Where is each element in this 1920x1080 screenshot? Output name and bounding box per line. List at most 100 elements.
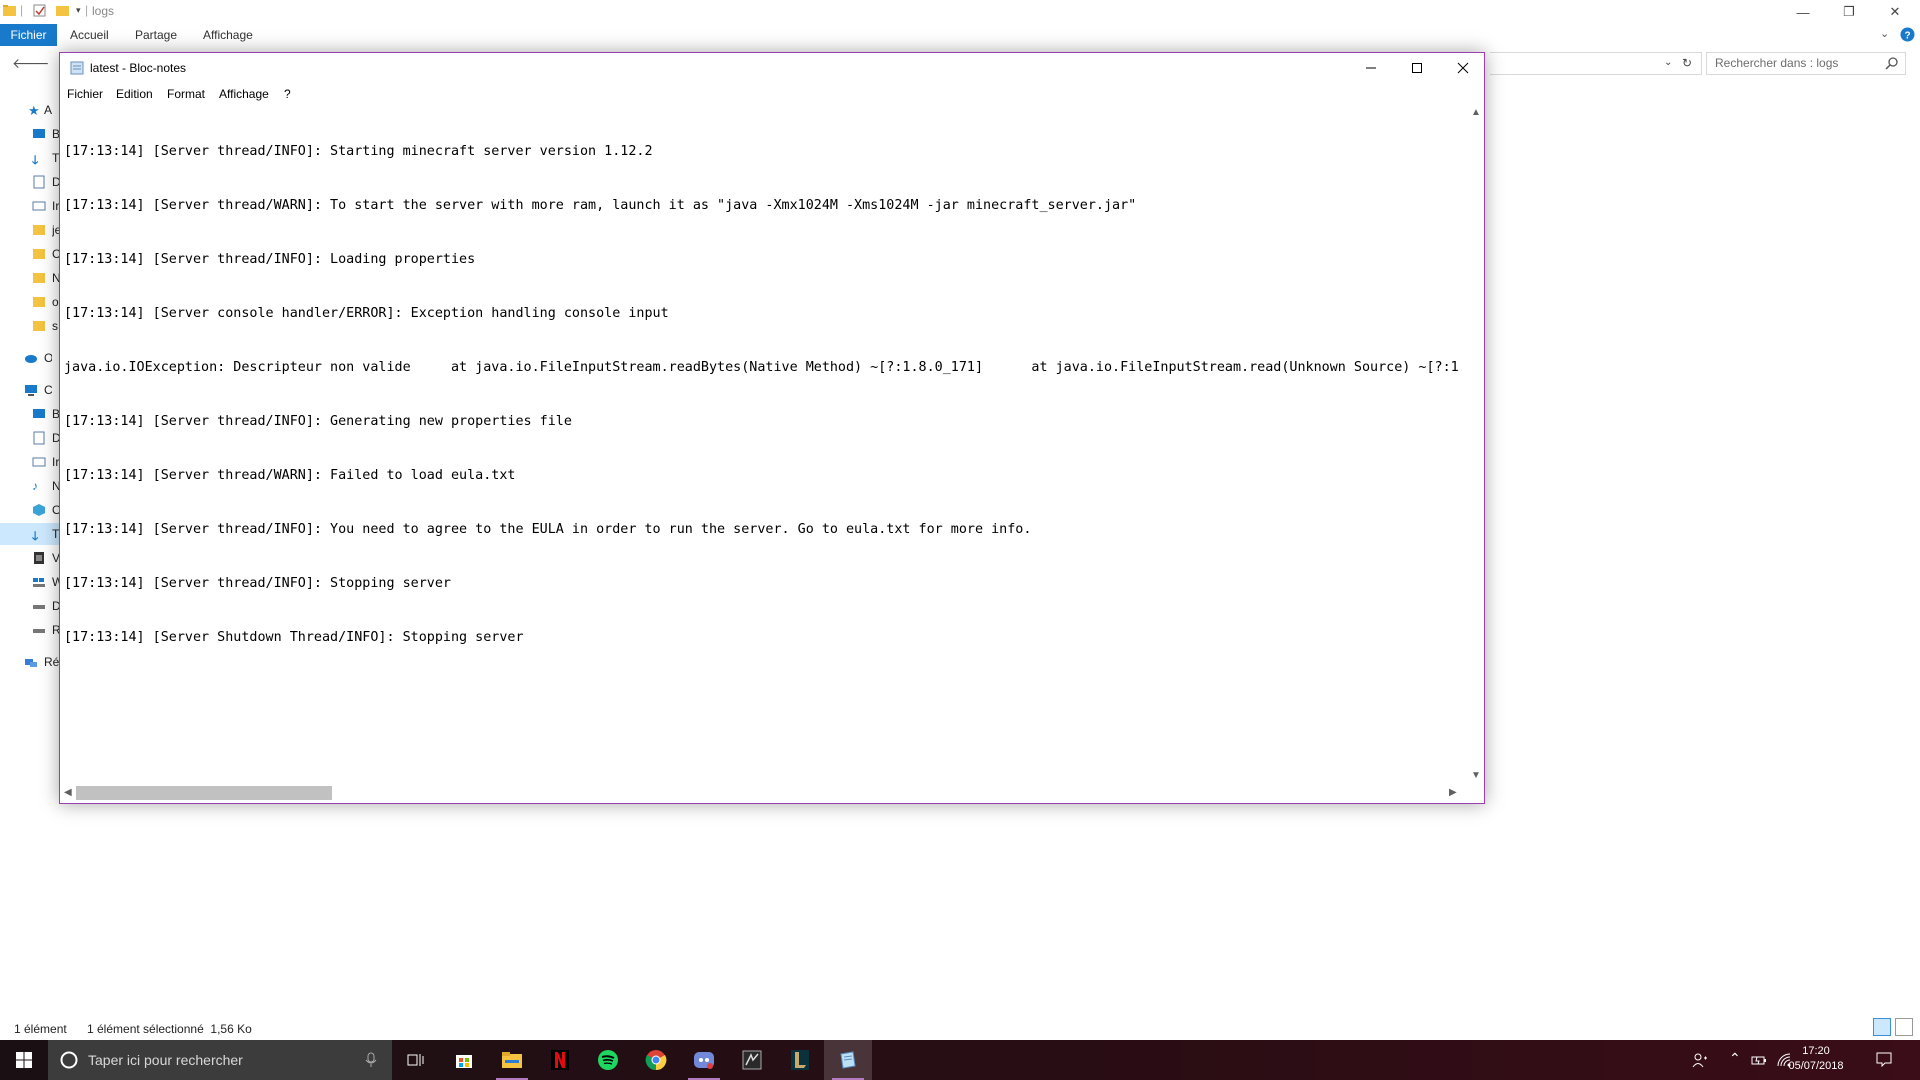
nav-item[interactable]: o: [0, 291, 60, 313]
clock[interactable]: 17:20 05/07/2018: [1786, 1044, 1846, 1074]
menu-affichage[interactable]: Affichage: [219, 87, 269, 101]
notepad-window: latest - Bloc-notes Fichier Edition Form…: [59, 52, 1485, 804]
minimize-button[interactable]: —: [1780, 0, 1826, 24]
notepad-titlebar[interactable]: latest - Bloc-notes: [60, 53, 1484, 83]
microphone-icon[interactable]: [364, 1052, 378, 1068]
search-input[interactable]: Rechercher dans : logs: [1706, 52, 1906, 75]
selection-info: 1 élément sélectionné 1,56 Ko: [87, 1022, 252, 1036]
minimize-button[interactable]: [1348, 53, 1394, 83]
scroll-right-icon[interactable]: ▶: [1449, 787, 1457, 798]
battery-icon[interactable]: [1751, 1052, 1767, 1068]
address-bar[interactable]: ⌄ ↻: [1490, 52, 1702, 75]
nav-item[interactable]: D: [0, 171, 60, 193]
scroll-left-icon[interactable]: ◀: [64, 787, 72, 798]
tab-accueil[interactable]: Accueil: [58, 24, 121, 46]
chevron-down-icon[interactable]: ⌄: [1664, 57, 1672, 68]
horizontal-scrollbar[interactable]: ◀ ▶: [60, 783, 1467, 803]
nav-item[interactable]: D: [0, 427, 60, 449]
start-button[interactable]: [0, 1040, 48, 1080]
close-icon: [1457, 62, 1469, 74]
nav-item[interactable]: V: [0, 547, 60, 569]
network-icon: [25, 659, 37, 667]
menu-fichier[interactable]: Fichier: [67, 87, 103, 101]
chrome-icon: [645, 1050, 667, 1071]
text-line: [17:13:14] [Server thread/INFO]: You nee…: [64, 522, 1032, 537]
close-button[interactable]: ✕: [1872, 0, 1918, 24]
help-icon[interactable]: ?: [1900, 27, 1915, 42]
details-view-button[interactable]: [1873, 1018, 1891, 1036]
tab-affichage[interactable]: Affichage: [191, 24, 265, 46]
back-arrow-icon[interactable]: 🡐: [12, 55, 50, 72]
vertical-scrollbar[interactable]: ▲ ▼: [1467, 105, 1484, 783]
nav-item[interactable]: je: [0, 219, 60, 241]
netflix-icon: [551, 1050, 569, 1070]
folder-icon: [33, 225, 45, 235]
close-button[interactable]: [1440, 53, 1486, 83]
expand-ribbon-icon[interactable]: ⌄: [1880, 27, 1889, 40]
nav-item[interactable]: N: [0, 267, 60, 289]
nav-item[interactable]: W: [0, 571, 60, 593]
scroll-up-icon[interactable]: ▲: [1471, 107, 1481, 118]
notifications-icon[interactable]: [1876, 1051, 1892, 1067]
scroll-down-icon[interactable]: ▼: [1471, 770, 1481, 781]
notepad-taskbar-button[interactable]: [824, 1040, 872, 1080]
nav-item-network[interactable]: Ré: [0, 651, 60, 673]
new-folder-icon[interactable]: [56, 4, 69, 17]
nav-item-onedrive[interactable]: Or: [0, 347, 60, 369]
separator: |: [85, 3, 89, 17]
separator: |: [20, 3, 24, 17]
task-view-icon: [407, 1054, 424, 1066]
text-editor-area[interactable]: [17:13:14] [Server thread/INFO]: Startin…: [64, 105, 1462, 783]
image-icon: [32, 201, 46, 211]
nav-item[interactable]: C: [0, 243, 60, 265]
menu-format[interactable]: Format: [167, 87, 205, 101]
explorer-titlebar: | ▾ | logs — ❐ ✕: [0, 0, 1920, 24]
nav-item[interactable]: D: [0, 595, 60, 617]
menu-edition[interactable]: Edition: [116, 87, 153, 101]
file-explorer-button[interactable]: [488, 1040, 536, 1080]
notepad-title: latest - Bloc-notes: [90, 61, 187, 75]
nav-item[interactable]: Ir: [0, 451, 60, 473]
notepad-icon: [70, 61, 84, 75]
nav-item-this-pc[interactable]: Ce: [0, 379, 60, 401]
folder-icon: [33, 249, 45, 259]
show-hidden-icons-icon[interactable]: ⌃: [1729, 1050, 1741, 1067]
nav-item[interactable]: R: [0, 619, 60, 641]
spotify-button[interactable]: [584, 1040, 632, 1080]
menu-bar: Fichier Edition Format Affichage ?: [60, 83, 1484, 105]
svg-text:?: ?: [1904, 31, 1910, 42]
discord-button[interactable]: [680, 1040, 728, 1080]
nav-item[interactable]: ♪ N: [0, 475, 60, 497]
nav-item[interactable]: B: [0, 123, 60, 145]
menu-help[interactable]: ?: [284, 87, 291, 101]
properties-icon[interactable]: [33, 4, 46, 17]
task-view-button[interactable]: [392, 1040, 440, 1080]
quick-access-dropdown-icon[interactable]: ▾: [76, 5, 81, 16]
nav-item[interactable]: B: [0, 403, 60, 425]
nav-item[interactable]: O: [0, 499, 60, 521]
tab-partage[interactable]: Partage: [123, 24, 189, 46]
download-icon: 🡓: [32, 529, 39, 543]
chrome-button[interactable]: [632, 1040, 680, 1080]
refresh-icon[interactable]: ↻: [1682, 56, 1692, 70]
taskbar-search-box[interactable]: Taper ici pour rechercher: [48, 1040, 392, 1080]
maximize-button[interactable]: [1394, 53, 1440, 83]
nav-item[interactable]: Ir: [0, 195, 60, 217]
item-count: 1 élément: [14, 1022, 67, 1036]
nav-item-downloads[interactable]: 🡓 T: [0, 523, 60, 545]
spotify-icon: [598, 1050, 618, 1070]
nav-item[interactable]: s: [0, 315, 60, 337]
nav-item[interactable]: 🡓 T: [0, 147, 60, 169]
scrollbar-thumb[interactable]: [76, 786, 332, 800]
nav-item-quick-access[interactable]: ★ Ac: [0, 99, 60, 121]
text-line: [17:13:14] [Server thread/INFO]: Startin…: [64, 144, 653, 159]
restore-button[interactable]: ❐: [1826, 0, 1872, 24]
tab-fichier[interactable]: Fichier: [0, 24, 57, 46]
large-icons-view-button[interactable]: [1895, 1018, 1913, 1036]
video-icon: [34, 552, 44, 564]
store-button[interactable]: [440, 1040, 488, 1080]
people-icon[interactable]: [1692, 1052, 1708, 1068]
netflix-button[interactable]: [536, 1040, 584, 1080]
league-of-legends-button[interactable]: [776, 1040, 824, 1080]
minecraft-launcher-button[interactable]: [728, 1040, 776, 1080]
